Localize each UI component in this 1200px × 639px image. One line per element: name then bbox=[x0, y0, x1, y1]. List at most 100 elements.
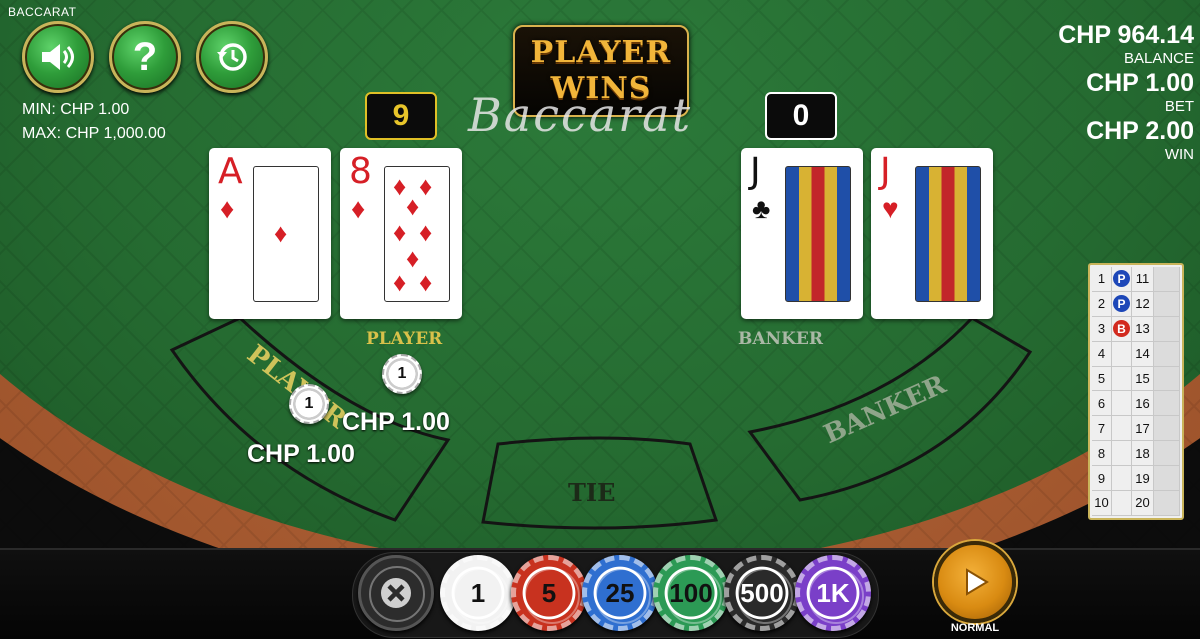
player-bet-chip[interactable]: 1 bbox=[289, 384, 329, 424]
road-result-cell bbox=[1112, 491, 1132, 516]
road-number: 2 bbox=[1092, 291, 1112, 317]
road-number: 12 bbox=[1132, 291, 1154, 317]
card-suit: ♦ bbox=[351, 193, 366, 224]
history-road-grid: 1 P 11 2 P 12 3 B 13 4 14 5 15 6 16 7 17 8 18 9 19 10 20 bbox=[1092, 267, 1180, 516]
win-amount: CHP 1.00 bbox=[342, 408, 450, 436]
chip-25[interactable]: 25 bbox=[582, 555, 658, 631]
road-result-cell bbox=[1154, 466, 1180, 492]
card-rank: J bbox=[750, 151, 761, 192]
table-logo: Baccarat bbox=[468, 88, 693, 142]
game-title: BACCARAT bbox=[8, 5, 77, 19]
result-line-1: PLAYER bbox=[530, 35, 672, 70]
diamond-pip-icon: ♦ bbox=[406, 191, 420, 221]
player-score: 9 bbox=[365, 92, 437, 140]
road-result-cell bbox=[1112, 366, 1132, 392]
history-button[interactable] bbox=[196, 21, 268, 93]
road-number: 7 bbox=[1092, 416, 1112, 442]
play-button[interactable] bbox=[934, 541, 1016, 623]
chip-500[interactable]: 500 bbox=[724, 555, 800, 631]
speaker-icon bbox=[42, 44, 74, 70]
road-number: 13 bbox=[1132, 316, 1154, 342]
road-result-cell bbox=[1154, 491, 1180, 516]
max-limit: MAX: CHP 1,000.00 bbox=[22, 125, 166, 142]
chip-label: 25 bbox=[605, 577, 635, 608]
stats-panel: CHP 964.14 BALANCE CHP 1.00 BET CHP 2.00… bbox=[1058, 22, 1194, 166]
road-result-cell bbox=[1112, 391, 1132, 417]
road-number: 8 bbox=[1092, 441, 1112, 467]
road-number: 15 bbox=[1132, 366, 1154, 392]
player-hand-label: PLAYER bbox=[366, 329, 443, 349]
card-suit: ♦ bbox=[220, 193, 235, 224]
road-number: 17 bbox=[1132, 416, 1154, 442]
sound-button[interactable] bbox=[22, 21, 94, 93]
road-result-dot: P bbox=[1113, 295, 1130, 313]
road-number: 6 bbox=[1092, 391, 1112, 417]
chip-1[interactable]: 1 bbox=[440, 555, 516, 631]
jack-face-icon bbox=[915, 166, 981, 302]
road-number: 3 bbox=[1092, 316, 1112, 342]
diamond-pip-icon: ♦ bbox=[419, 217, 433, 247]
road-number: 5 bbox=[1092, 366, 1112, 392]
player-card-1: A ♦ ♦ bbox=[209, 148, 331, 319]
bet-label: BET bbox=[1164, 98, 1194, 115]
chip-label: 1K bbox=[816, 577, 850, 608]
game-stage: PLAYER TIE BANKER BACCARAT ? MIN: CHP 1.… bbox=[0, 0, 1200, 639]
road-result-cell: B bbox=[1112, 316, 1132, 342]
road-result-cell bbox=[1112, 441, 1132, 467]
bet-limits: MIN: CHP 1.00 MAX: CHP 1,000.00 bbox=[22, 98, 166, 146]
road-number: 11 bbox=[1132, 267, 1154, 292]
road-result-cell bbox=[1154, 416, 1180, 442]
balance-label: BALANCE bbox=[1123, 50, 1194, 67]
road-number: 4 bbox=[1092, 341, 1112, 367]
win-value: CHP 2.00 bbox=[1086, 117, 1194, 145]
banker-card-1: J ♣ bbox=[741, 148, 863, 319]
banker-score: 0 bbox=[765, 92, 837, 140]
diamond-pip-icon: ♦ bbox=[393, 217, 407, 247]
road-result-cell bbox=[1112, 416, 1132, 442]
road-result-cell bbox=[1154, 391, 1180, 417]
road-result-cell bbox=[1154, 291, 1180, 317]
tie-zone-label: TIE bbox=[568, 478, 616, 507]
road-number: 14 bbox=[1132, 341, 1154, 367]
chip-5[interactable]: 5 bbox=[511, 555, 587, 631]
history-road: 1 P 11 2 P 12 3 B 13 4 14 5 15 6 16 7 17 8 18 9 19 10 20 bbox=[1088, 263, 1184, 520]
win-label: WIN bbox=[1164, 146, 1194, 163]
balance-value: CHP 964.14 bbox=[1058, 21, 1194, 49]
road-result-dot: P bbox=[1113, 270, 1130, 288]
road-result-cell bbox=[1154, 341, 1180, 367]
close-icon bbox=[381, 578, 411, 608]
card-rank: A bbox=[218, 151, 243, 192]
play-icon bbox=[966, 568, 989, 596]
card-face: ♦ ♦ ♦ ♦ ♦ ♦ ♦ ♦ bbox=[384, 166, 450, 302]
road-number: 9 bbox=[1092, 466, 1112, 492]
chip-label: 1 bbox=[470, 577, 486, 608]
diamond-pip-icon: ♦ bbox=[406, 243, 420, 273]
road-result-cell bbox=[1154, 441, 1180, 467]
road-result-cell: P bbox=[1112, 291, 1132, 317]
diamond-pip-icon: ♦ bbox=[419, 267, 433, 297]
win-chip: 1 bbox=[382, 354, 422, 394]
diamond-pip-icon: ♦ bbox=[393, 267, 407, 297]
diamond-pip-icon: ♦ bbox=[274, 218, 288, 248]
clear-bets-button[interactable] bbox=[358, 555, 434, 631]
road-number: 10 bbox=[1092, 491, 1112, 516]
road-result-cell: P bbox=[1112, 267, 1132, 292]
player-bet-amount: CHP 1.00 bbox=[247, 440, 355, 468]
card-suit: ♣ bbox=[752, 193, 771, 224]
bet-value: CHP 1.00 bbox=[1086, 69, 1194, 97]
road-number: 19 bbox=[1132, 466, 1154, 492]
card-rank: J bbox=[880, 151, 891, 192]
card-suit: ♥ bbox=[882, 193, 899, 224]
chip-100[interactable]: 100 bbox=[653, 555, 729, 631]
road-result-dot: B bbox=[1113, 320, 1130, 338]
road-number: 20 bbox=[1132, 491, 1154, 516]
min-limit: MIN: CHP 1.00 bbox=[22, 101, 130, 118]
chip-label: 5 bbox=[541, 577, 557, 608]
help-button[interactable]: ? bbox=[109, 21, 181, 93]
banker-hand-label: BANKER bbox=[738, 329, 823, 349]
player-card-2: 8 ♦ ♦ ♦ ♦ ♦ ♦ ♦ ♦ ♦ bbox=[340, 148, 462, 319]
chip-1k[interactable]: 1K bbox=[795, 555, 871, 631]
diamond-pip-icon: ♦ bbox=[393, 171, 407, 201]
chip-label: 500 bbox=[740, 577, 784, 608]
card-face: ♦ bbox=[253, 166, 319, 302]
